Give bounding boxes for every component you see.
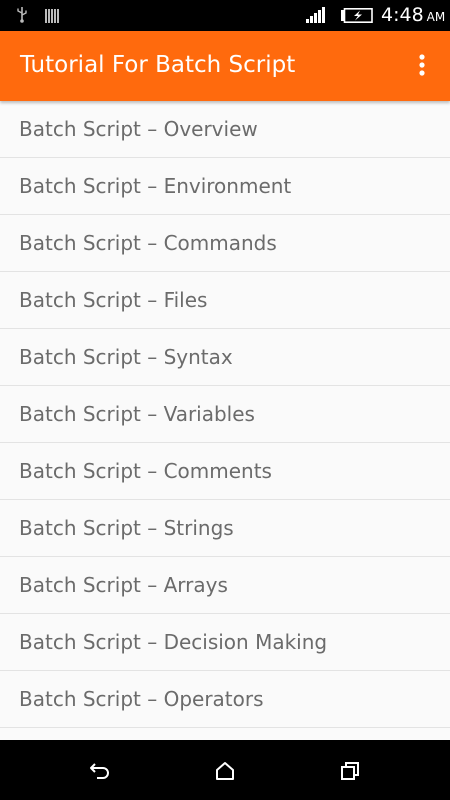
list-item[interactable]: Batch Script – Arrays [0, 557, 450, 614]
navigation-bar [0, 740, 450, 800]
list-item-label: Batch Script – Operators [19, 687, 264, 711]
clock-time: 4:48 [381, 4, 424, 26]
clock-ampm: AM [426, 10, 446, 24]
recents-icon[interactable] [338, 759, 362, 783]
sim-bars-icon [45, 8, 59, 27]
list-item[interactable]: Batch Script – Strings [0, 500, 450, 557]
list-item-label: Batch Script – Variables [19, 402, 255, 426]
list-item[interactable]: Batch Script – Variables [0, 386, 450, 443]
list-item-label: Batch Script – Decision Making [19, 630, 328, 654]
more-vert-icon[interactable] [412, 53, 432, 79]
home-icon[interactable] [213, 759, 237, 783]
list-item-label: Batch Script – Strings [19, 516, 234, 540]
list-item-label: Batch Script – Commands [19, 231, 277, 255]
list-item[interactable]: Batch Script – Overview [0, 101, 450, 158]
list-item[interactable]: Batch Script – Environment [0, 158, 450, 215]
list-item-label: Batch Script – Comments [19, 459, 272, 483]
list-item[interactable]: Batch Script – Files [0, 272, 450, 329]
tutorial-list: Batch Script – Overview Batch Script – E… [0, 101, 450, 740]
list-item-label: Batch Script – Arrays [19, 573, 228, 597]
list-item-label: Batch Script – Syntax [19, 345, 233, 369]
signal-icon [306, 7, 326, 27]
status-clock: 4:48 AM [381, 4, 445, 26]
list-item-label: Batch Script – Environment [19, 174, 292, 198]
app-title: Tutorial For Batch Script [20, 52, 296, 78]
list-item[interactable]: Batch Script – Syntax [0, 329, 450, 386]
back-icon[interactable] [88, 759, 112, 783]
list-item[interactable]: Batch Script – Decision Making [0, 614, 450, 671]
status-bar: 4:48 AM [0, 0, 450, 31]
battery-charging-icon [341, 8, 373, 27]
usb-icon [16, 7, 28, 27]
list-item-label: Batch Script – Overview [19, 117, 258, 141]
list-item-label: Batch Script – Files [19, 288, 208, 312]
list-item[interactable]: Batch Script – Comments [0, 443, 450, 500]
list-item[interactable]: Batch Script – Commands [0, 215, 450, 272]
list-item[interactable]: Batch Script – Operators [0, 671, 450, 728]
app-bar: Tutorial For Batch Script [0, 31, 450, 101]
